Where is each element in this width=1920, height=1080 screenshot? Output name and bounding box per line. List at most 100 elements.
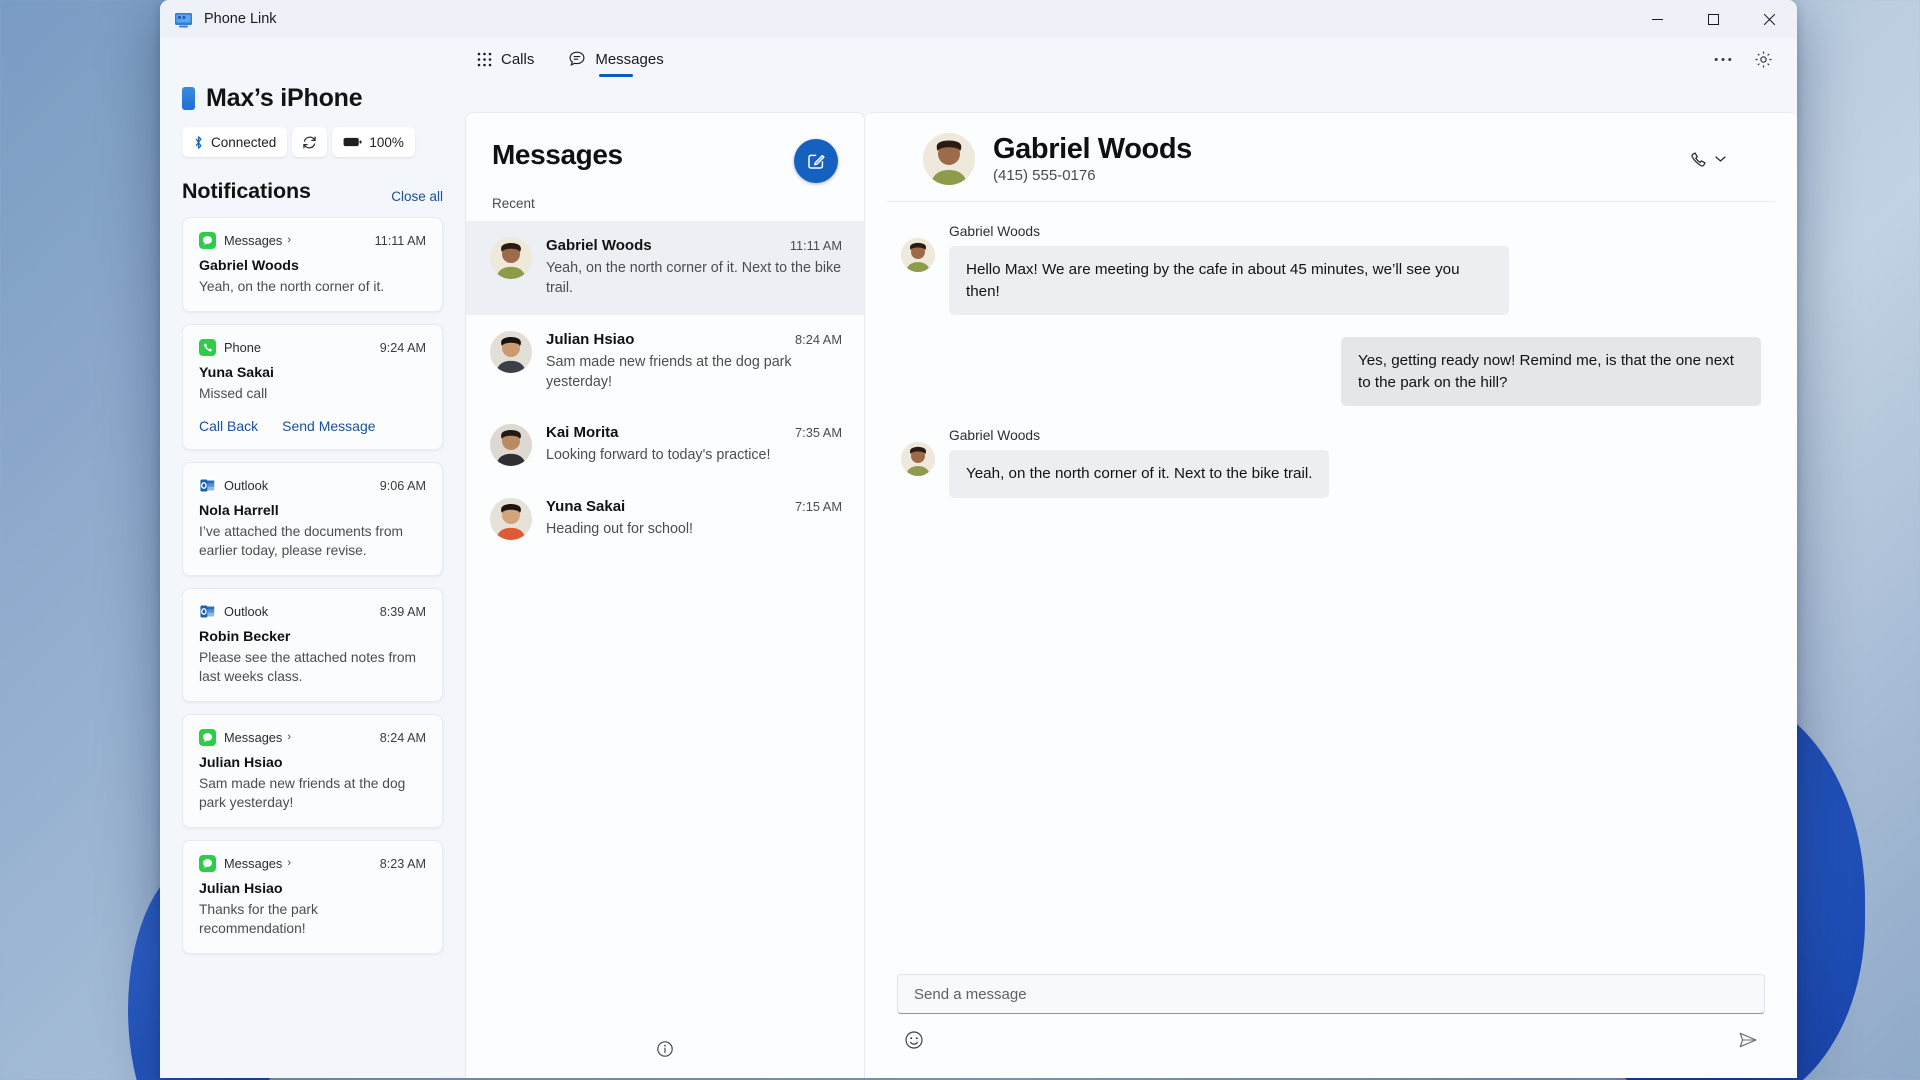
message-input[interactable]: Send a message [897, 974, 1765, 1014]
more-options-button[interactable] [1705, 43, 1741, 75]
message-bubble-incoming: Hello Max! We are meeting by the cafe in… [949, 246, 1509, 316]
notification-action-button[interactable]: Send Message [282, 418, 375, 434]
chevron-right-icon: › [287, 857, 291, 870]
notification-card[interactable]: Messages › 8:23 AM Julian Hsiao Thanks for t… [182, 840, 443, 955]
messages-list-footer [466, 1034, 864, 1078]
tab-calls[interactable]: Calls [460, 38, 551, 80]
contact-identity: Gabriel Woods (415) 555-0176 [993, 133, 1192, 184]
top-navigation-actions [1705, 38, 1797, 80]
notification-body: Thanks for the park recommendation! [199, 902, 318, 937]
close-button[interactable] [1741, 0, 1797, 38]
notification-body: Missed call [199, 386, 268, 402]
messages-panel-title: Messages [492, 139, 623, 170]
send-message-button[interactable] [1731, 1024, 1765, 1056]
call-contact-button[interactable] [1676, 140, 1739, 178]
conversation-list-item[interactable]: Yuna Sakai 7:15 AM Heading out for school! [466, 482, 864, 556]
notifications-list[interactable]: Messages › 11:11 AM Gabriel Woods Yeah, on t… [182, 217, 465, 1078]
notification-sender: Gabriel Woods [199, 258, 299, 274]
messages-app-icon [199, 232, 216, 249]
notification-actions: Call Back Send Message [199, 418, 426, 434]
dialpad-icon [477, 52, 492, 67]
minimize-button[interactable] [1629, 0, 1685, 38]
connection-status-label: Connected [211, 134, 277, 150]
chevron-right-icon: › [287, 234, 291, 246]
notification-card[interactable]: Phone 9:24 AM Yuna Sakai Missed call Call Ba… [182, 324, 443, 451]
avatar [901, 238, 935, 272]
outgoing-message-row: Yes, getting ready now! Remind me, is th… [901, 337, 1761, 407]
conversation-contact-name: Kai Morita [546, 424, 619, 442]
conversation-list-item[interactable]: Gabriel Woods 11:11 AM Yeah, on the north … [466, 221, 864, 315]
notifications-title: Notifications [182, 179, 311, 203]
conversation-preview-text: Yeah, on the north corner of it. Next to… [546, 260, 842, 297]
message-input-placeholder: Send a message [914, 985, 1027, 1003]
avatar [490, 237, 532, 279]
notification-card[interactable]: Messages › 8:24 AM Julian Hsiao Sam made new… [182, 714, 443, 829]
message-composer: Send a message [865, 960, 1797, 1078]
outlook-app-icon [199, 603, 216, 621]
message-row: Gabriel Woods Yeah, on the north corner o… [901, 428, 1761, 498]
title-bar: Phone Link [160, 0, 1797, 38]
emoji-picker-button[interactable] [897, 1024, 931, 1056]
bluetooth-icon [193, 135, 204, 150]
conversation-preview-text: Looking forward to today's practice! [546, 447, 771, 464]
notification-sender: Robin Becker [199, 629, 291, 646]
avatar [490, 424, 532, 467]
phone-app-icon [199, 339, 216, 357]
compose-edit-icon [805, 150, 827, 172]
info-circle-icon [656, 1040, 674, 1058]
message-thread[interactable]: Gabriel Woods Hello Max! We are meeting b… [865, 202, 1797, 960]
message-sender-name: Gabriel Woods [949, 224, 1041, 239]
notification-card-header: Messages › 11:11 AM [199, 232, 426, 249]
conversation-list-item[interactable]: Kai Morita 7:35 AM Looking forward to toda… [466, 408, 864, 482]
bluetooth-status-chip[interactable]: Connected [182, 127, 288, 157]
avatar [490, 498, 532, 541]
battery-status-chip: 100% [332, 127, 415, 157]
notification-sender: Julian Hsiao [199, 881, 283, 898]
notification-action-button[interactable]: Call Back [199, 418, 258, 434]
conversation-list[interactable]: Gabriel Woods 11:11 AM Yeah, on the north … [466, 221, 864, 1034]
settings-gear-button[interactable] [1745, 43, 1781, 75]
notification-card-header: Messages › 8:24 AM [199, 729, 426, 747]
maximize-button[interactable] [1685, 0, 1741, 38]
notification-app-name: Phone [224, 340, 262, 356]
refresh-button[interactable] [292, 127, 328, 157]
tab-messages[interactable]: Messages [551, 38, 680, 80]
compose-new-message-button[interactable] [794, 139, 838, 183]
refresh-icon [301, 134, 318, 151]
incoming-message-group: Gabriel Woods Yeah, on the north corner o… [901, 428, 1761, 498]
notification-sender: Julian Hsiao [199, 755, 283, 772]
notification-app-name: Messages [224, 233, 283, 248]
tab-calls-label: Calls [501, 50, 535, 68]
message-row: Gabriel Woods Hello Max! We are meeting b… [901, 224, 1761, 316]
notification-card[interactable]: Outlook 9:06 AM Nola Harrell I’ve attached … [182, 462, 443, 577]
notification-timestamp: 8:24 AM [379, 730, 426, 745]
conversation-top-row: Yuna Sakai 7:15 AM [546, 498, 842, 515]
contact-name: Gabriel Woods [993, 133, 1192, 166]
notification-app-name: Messages [224, 730, 283, 746]
conversation-top-row: Gabriel Woods 11:11 AM [546, 237, 842, 254]
notification-card-header: Outlook 9:06 AM [199, 477, 426, 495]
main-content: Max’s iPhone Connected 100% Notification… [160, 80, 1797, 1078]
messages-list-pane: Messages Recent Gabriel Woods 11:11 AM Yea… [465, 112, 865, 1078]
close-all-notifications-button[interactable]: Close all [391, 189, 443, 204]
notification-app-name: Messages [224, 856, 283, 872]
info-button[interactable] [650, 1034, 680, 1064]
message-bubble-incoming: Yeah, on the north corner of it. Next to… [949, 450, 1330, 498]
messages-app-icon [199, 855, 216, 873]
avatar [901, 442, 935, 477]
conversation-list-item[interactable]: Julian Hsiao 8:24 AM Sam made new friends … [466, 315, 864, 409]
notification-timestamp: 8:39 AM [379, 604, 426, 619]
notification-card[interactable]: Messages › 11:11 AM Gabriel Woods Yeah, on t… [182, 217, 443, 313]
contact-avatar [923, 133, 975, 185]
notification-card[interactable]: Outlook 8:39 AM Robin Becker Please see the… [182, 588, 443, 703]
message-column: Gabriel Woods Yeah, on the north corner o… [949, 428, 1330, 498]
conversation-timestamp: 11:11 AM [789, 238, 842, 253]
phone-handset-icon [1689, 150, 1708, 169]
conversation-preview-text: Heading out for school! [546, 521, 694, 538]
phone-device-icon [182, 87, 195, 110]
tab-messages-label: Messages [595, 50, 664, 68]
conversation-thread-pane: Gabriel Woods (415) 555-0176 Gabriel Woo… [865, 112, 1797, 1078]
conversation-summary: Julian Hsiao 8:24 AM Sam made new friends … [546, 331, 842, 393]
notification-sender: Nola Harrell [199, 503, 279, 520]
notification-timestamp: 11:11 AM [374, 233, 426, 248]
